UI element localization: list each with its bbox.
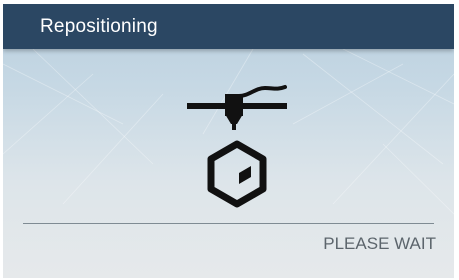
printhead-icon bbox=[187, 85, 287, 130]
repositioning-screen: Repositioning PLEASE WAIT bbox=[3, 4, 454, 278]
status-text: PLEASE WAIT bbox=[323, 234, 436, 253]
title-bar: Repositioning bbox=[3, 4, 454, 49]
cube-icon bbox=[207, 140, 267, 208]
divider bbox=[23, 223, 434, 224]
page-title: Repositioning bbox=[40, 16, 158, 37]
